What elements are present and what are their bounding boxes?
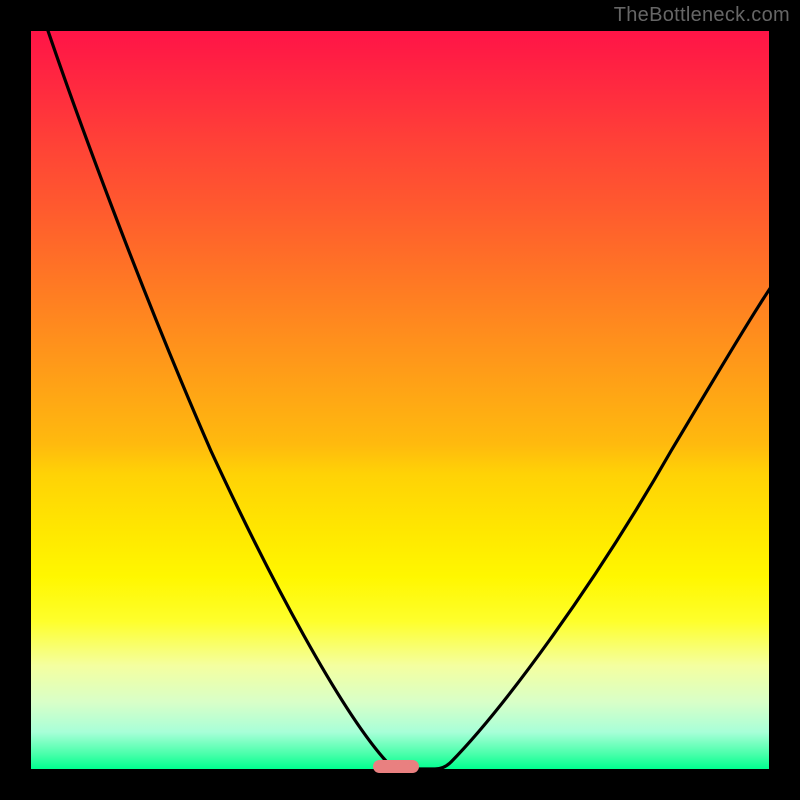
optimal-marker: [373, 760, 419, 773]
curve-path: [38, 31, 769, 769]
chart-plot-area: [31, 31, 769, 769]
bottleneck-curve: [31, 31, 769, 769]
watermark-text: TheBottleneck.com: [614, 4, 790, 27]
